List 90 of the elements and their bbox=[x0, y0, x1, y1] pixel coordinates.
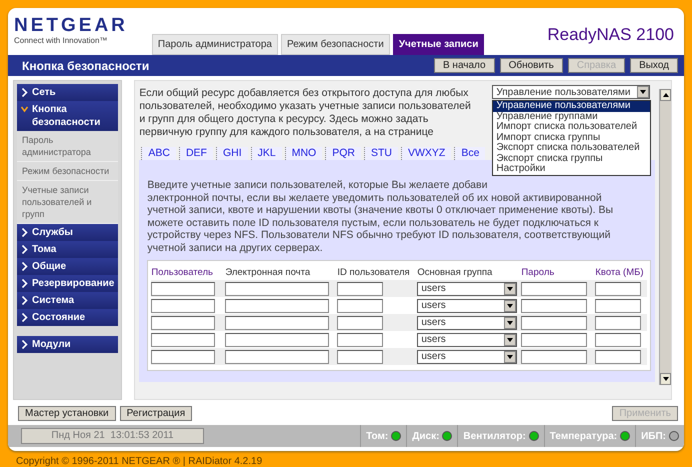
input-field[interactable] bbox=[151, 282, 216, 296]
sidebar-item[interactable]: Тома bbox=[17, 241, 118, 258]
dropdown-option[interactable]: Настройки bbox=[493, 164, 650, 174]
group-select[interactable]: users bbox=[417, 350, 518, 364]
instructions-paragraph: Введите учетные записи пользователей, которые Вы желаете добави электронной почты, если вы желаете уведомить пользователей об их новой активированной учетной записи, квоте и нарушении квоты (значение квоты 0 отключает применение квоты). Вы можете оставить поле ID пользователя пустым, если пользователь не будет подключаться к устройству через NFS. Пользователи NFS обычно требуют ID пользователя, соответствующий учетной записи на других серверах. bbox=[147, 179, 614, 254]
tab[interactable]: Режим безопасности bbox=[280, 34, 390, 55]
column-header: Основная группа bbox=[417, 266, 494, 280]
input-field[interactable] bbox=[521, 316, 588, 330]
header-button[interactable]: В начало bbox=[434, 58, 495, 73]
input-field[interactable] bbox=[337, 282, 384, 296]
sidebar-subitem[interactable]: Учетные записи пользователей и групп bbox=[17, 181, 118, 224]
group-select[interactable]: users bbox=[417, 316, 518, 330]
status-label: Диск: bbox=[412, 430, 440, 444]
logo-text: NETGEAR bbox=[14, 16, 128, 35]
status-label: ИБП: bbox=[641, 430, 666, 444]
datetime-field: Пнд Ноя 21 13:01:53 2011 bbox=[21, 428, 204, 444]
header-button[interactable]: Обновить bbox=[500, 58, 563, 73]
input-field[interactable] bbox=[337, 316, 384, 330]
input-field[interactable] bbox=[595, 282, 642, 296]
intro-paragraph: Если общий ресурс добавляется без открытого доступа для любых пользователей, необходимо указать учетные записи пользователей и групп для общего доступа к ресурсу. Здесь можно задать первичную группу для каждого пользователя, а на странице bbox=[139, 87, 472, 139]
input-field[interactable] bbox=[151, 350, 216, 364]
sidebar-item[interactable]: Состояние bbox=[17, 309, 118, 326]
group-select[interactable]: users bbox=[417, 298, 518, 312]
letter-tab[interactable]: VWXYZ bbox=[400, 147, 452, 160]
letter-tab[interactable]: PQR bbox=[325, 147, 361, 160]
input-field[interactable] bbox=[225, 350, 330, 364]
input-field[interactable] bbox=[225, 332, 330, 346]
letter-tab[interactable]: JKL bbox=[250, 147, 282, 160]
tab[interactable]: Учетные записи bbox=[392, 34, 484, 55]
input-field[interactable] bbox=[595, 298, 642, 312]
sidebar-subitem[interactable]: Пароль администратора bbox=[17, 131, 118, 162]
sidebar-item[interactable]: Службы bbox=[17, 224, 118, 241]
group-select[interactable]: users bbox=[417, 332, 518, 346]
chevron-right-icon bbox=[21, 340, 28, 349]
product-title: ReadyNAS 2100 bbox=[547, 24, 674, 46]
dropdown-option[interactable]: Управление группами bbox=[493, 112, 650, 122]
input-field[interactable] bbox=[225, 298, 330, 312]
sidebar-item[interactable]: Резервирование bbox=[17, 275, 118, 292]
letter-tab[interactable]: MNO bbox=[284, 147, 322, 160]
scrollbar[interactable] bbox=[659, 89, 672, 385]
footer-button[interactable]: Регистрация bbox=[120, 406, 192, 420]
copyright-text: Copyright © 1996-2011 NETGEAR ® | RAIDiator 4.2.19 bbox=[16, 455, 264, 467]
letter-tab[interactable]: GHI bbox=[216, 147, 248, 160]
status-label: Температура: bbox=[550, 430, 618, 444]
input-field[interactable] bbox=[521, 350, 588, 364]
status-label: Том: bbox=[366, 430, 388, 444]
column-header: Пароль bbox=[521, 266, 556, 280]
input-field[interactable] bbox=[595, 316, 642, 330]
tab[interactable]: Пароль администратора bbox=[152, 34, 278, 55]
input-field[interactable] bbox=[521, 298, 588, 312]
input-field[interactable] bbox=[337, 350, 384, 364]
column-header: Квота (МБ) bbox=[595, 266, 645, 280]
header-button[interactable]: Выход bbox=[630, 58, 678, 73]
tagline-text: Connect with Innovation™ bbox=[14, 35, 108, 47]
input-field[interactable] bbox=[225, 316, 330, 330]
column-header: Пользователь bbox=[151, 266, 214, 280]
sidebar-subitem[interactable]: Режим безопасности bbox=[17, 162, 118, 181]
input-field[interactable] bbox=[151, 316, 216, 330]
sidebar-item[interactable]: Система bbox=[17, 292, 118, 309]
dropdown-option[interactable]: Импорт списка группы bbox=[493, 132, 650, 143]
letter-tab[interactable]: DEF bbox=[178, 147, 213, 160]
footer-button[interactable]: Мастер установки bbox=[18, 406, 116, 420]
input-field[interactable] bbox=[595, 332, 642, 346]
input-field[interactable] bbox=[151, 298, 216, 312]
letter-tab[interactable]: STU bbox=[364, 147, 398, 160]
input-field[interactable] bbox=[225, 282, 330, 296]
status-label: Вентилятор: bbox=[463, 430, 526, 444]
input-field[interactable] bbox=[521, 332, 588, 346]
page-title: Кнопка безопасности bbox=[22, 58, 150, 74]
input-field[interactable] bbox=[337, 332, 384, 346]
group-select[interactable]: users bbox=[417, 282, 518, 296]
view-select[interactable]: Управление пользователями bbox=[492, 85, 650, 99]
sidebar-item[interactable]: Кнопка безопасности bbox=[17, 101, 118, 131]
sidebar-item[interactable]: Модули bbox=[17, 336, 118, 353]
letter-tab[interactable]: Все bbox=[454, 147, 486, 160]
chevron-right-icon bbox=[21, 88, 28, 97]
input-field[interactable] bbox=[595, 350, 642, 364]
input-field[interactable] bbox=[151, 332, 216, 346]
letter-tab[interactable]: ABC bbox=[141, 147, 176, 160]
chevron-down-icon bbox=[21, 105, 28, 114]
dropdown-option[interactable]: Экспорт списка пользователей bbox=[493, 143, 650, 154]
column-header: Электронная почта bbox=[225, 266, 312, 280]
dropdown-option[interactable]: Импорт списка пользователей bbox=[493, 122, 650, 132]
column-header: ID пользователя bbox=[337, 266, 411, 280]
dropdown-option[interactable]: Экспорт списка группы bbox=[493, 154, 650, 164]
sidebar-item[interactable]: Общие bbox=[17, 258, 118, 275]
input-field[interactable] bbox=[521, 282, 588, 296]
dropdown-option[interactable]: Управление пользователями bbox=[493, 101, 650, 112]
input-field[interactable] bbox=[337, 298, 384, 312]
sidebar-item[interactable]: Сеть bbox=[17, 84, 118, 101]
